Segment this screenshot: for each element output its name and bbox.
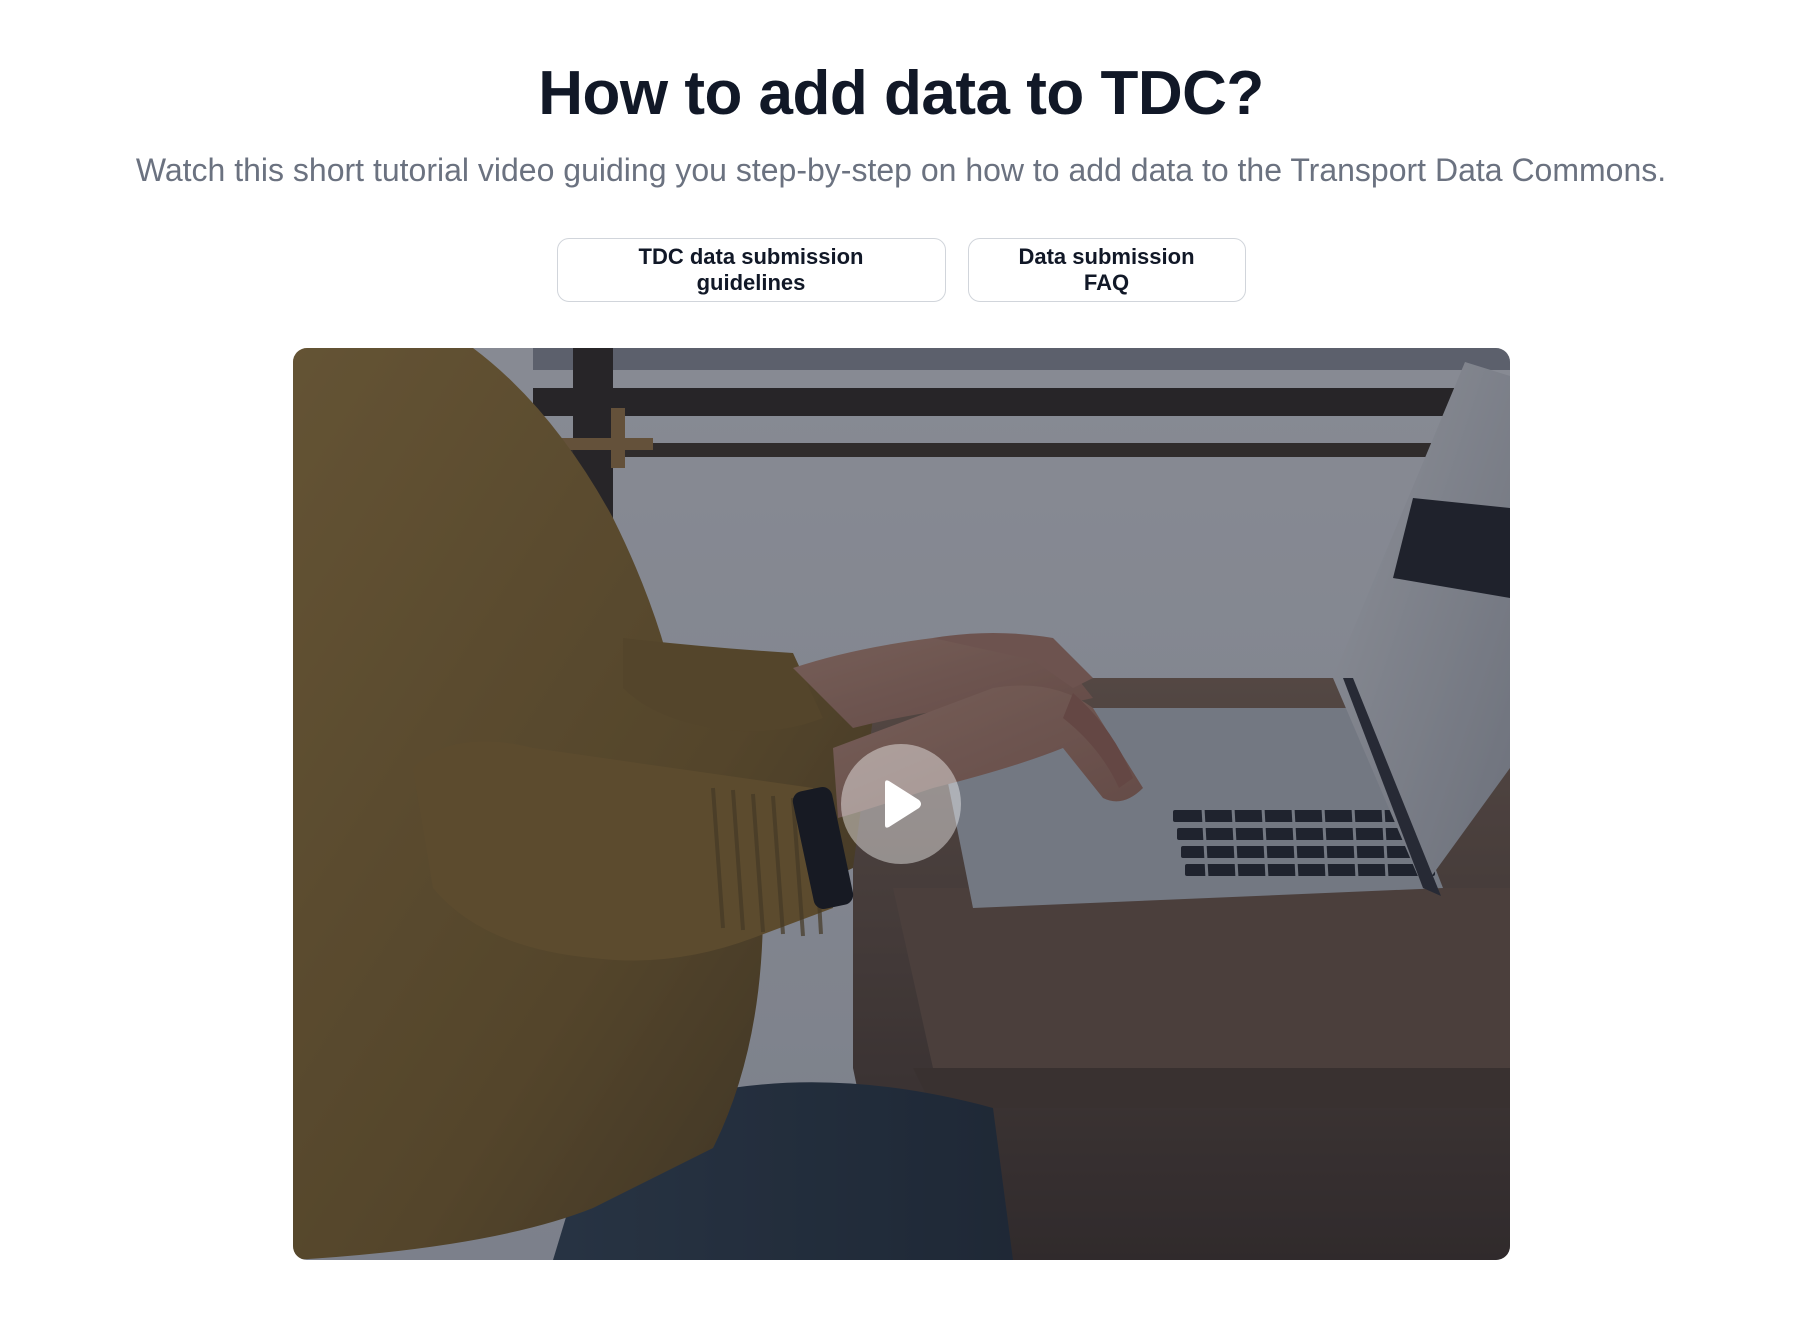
- faq-button[interactable]: Data submission FAQ: [967, 238, 1246, 302]
- play-button[interactable]: [841, 744, 961, 864]
- guidelines-button[interactable]: TDC data submission guidelines: [556, 238, 946, 302]
- play-icon: [885, 780, 921, 828]
- page-title: How to add data to TDC?: [538, 59, 1264, 128]
- video-player[interactable]: [293, 348, 1510, 1260]
- resource-links: TDC data submission guidelines Data subm…: [0, 238, 1802, 302]
- page: How to add data to TDC? Watch this short…: [0, 0, 1802, 1338]
- page-subtitle: Watch this short tutorial video guiding …: [135, 152, 1667, 188]
